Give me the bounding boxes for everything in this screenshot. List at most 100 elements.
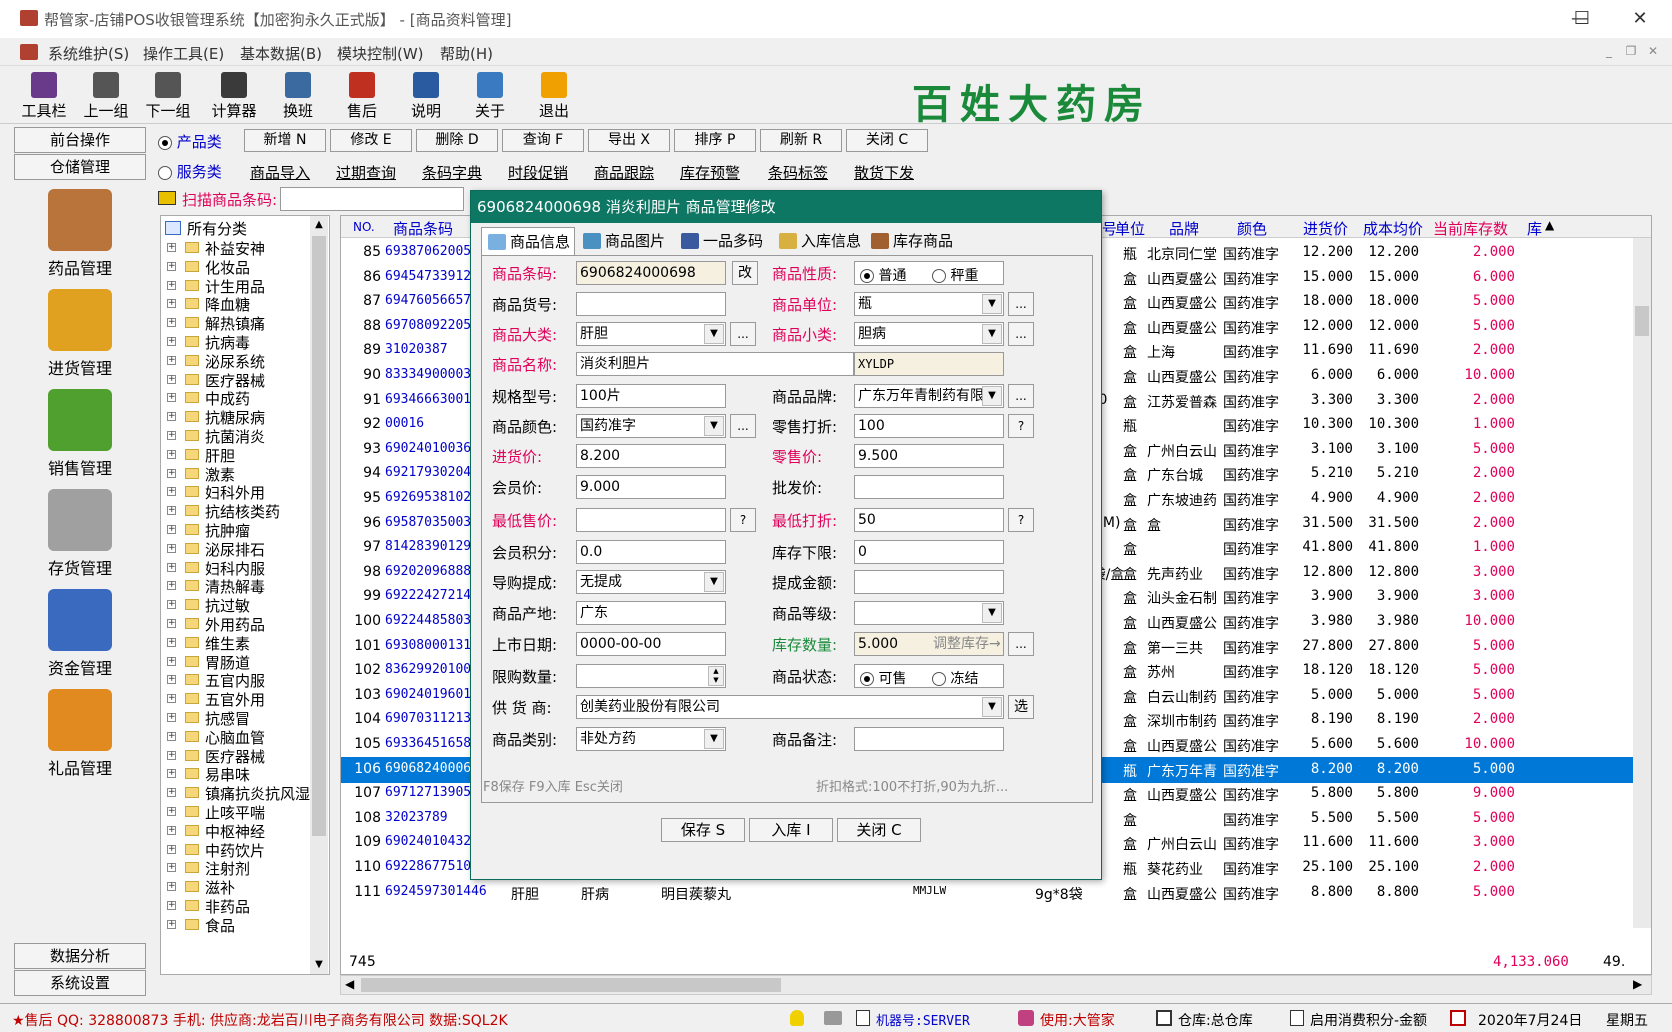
wholesale-field[interactable]	[854, 475, 1004, 499]
chevron-down-icon[interactable]: ▼	[982, 294, 1002, 314]
col-more[interactable]: 库	[1527, 218, 1542, 239]
close-button[interactable]: ✕	[1620, 4, 1660, 34]
scroll-down-icon[interactable]: ▼	[310, 956, 328, 974]
save-button[interactable]: 保存 S	[661, 818, 745, 842]
link-barcode-label[interactable]: 条码标签	[768, 162, 828, 183]
expand-icon[interactable]: +	[167, 393, 176, 403]
adjust-stock-link[interactable]: 调整库存→	[933, 633, 1001, 655]
refresh-button[interactable]: 刷新 R	[760, 129, 842, 152]
module-gift-management[interactable]: 礼品管理	[14, 685, 146, 783]
module-drug-management[interactable]: 药品管理	[14, 185, 146, 283]
mdi-restore-button[interactable]: ❐	[1622, 44, 1640, 62]
expand-icon[interactable]: +	[167, 355, 176, 365]
toolbar-button-exit[interactable]: 退出	[524, 69, 584, 121]
chevron-down-icon[interactable]: ▼	[704, 324, 724, 344]
min-price-help-button[interactable]: ?	[730, 508, 756, 532]
chevron-down-icon[interactable]: ▼	[982, 386, 1002, 406]
chevron-down-icon[interactable]: ▼	[982, 603, 1002, 623]
grid-vscroll[interactable]	[1633, 238, 1651, 928]
menu-help[interactable]: 帮助(H)	[440, 43, 493, 64]
expand-icon[interactable]: +	[167, 261, 176, 271]
toolbar-button-calculator[interactable]: 计算器	[204, 69, 264, 121]
expand-icon[interactable]: +	[167, 243, 176, 252]
module-purchase-management[interactable]: 进货管理	[14, 285, 146, 383]
grid-scroll-up-icon[interactable]: ▲	[1545, 218, 1554, 232]
expand-icon[interactable]: +	[167, 675, 176, 685]
module-finance-management[interactable]: 资金管理	[14, 585, 146, 683]
toolbar-button-shift[interactable]: 换班	[268, 69, 328, 121]
mdi-minimize-button[interactable]: _	[1600, 44, 1618, 62]
col-color[interactable]: 颜色	[1237, 218, 1267, 239]
guide-select[interactable]: 无提成 ▼	[576, 570, 726, 594]
scroll-left-icon[interactable]: ◀	[345, 977, 354, 991]
expand-icon[interactable]: +	[167, 449, 176, 459]
nav-front-desk-button[interactable]: 前台操作	[14, 127, 146, 153]
unit-more-button[interactable]: ...	[1008, 292, 1034, 316]
col-unit[interactable]: 单位	[1115, 218, 1145, 239]
listing-date-field[interactable]: 0000-00-00	[576, 632, 726, 656]
service-type-radio[interactable]: 服务类	[158, 161, 222, 182]
subcategory-select[interactable]: 胆病 ▼	[854, 322, 1004, 346]
spinner-icon[interactable]: ▲ ▼	[708, 666, 724, 686]
name-field[interactable]: 消炎利胆片	[576, 352, 854, 376]
menu-basic-data[interactable]: 基本数据(B)	[240, 43, 322, 64]
tab-stock-in[interactable]: 入库信息	[773, 227, 863, 255]
tab-stock-items[interactable]: 库存商品	[865, 227, 961, 255]
link-bulk-dispatch[interactable]: 散货下发	[854, 162, 914, 183]
change-barcode-button[interactable]: 改	[732, 261, 758, 285]
supplier-select[interactable]: 创美药业股份有限公司 ▼	[576, 695, 1004, 719]
chevron-down-icon[interactable]: ▼	[982, 324, 1002, 344]
col-stock[interactable]: 当前库存数	[1433, 218, 1508, 239]
limit-field[interactable]: ▲ ▼	[576, 664, 726, 688]
link-import[interactable]: 商品导入	[250, 162, 310, 183]
product-type-radio[interactable]: 产品类	[158, 131, 222, 152]
toolbar-button-manual[interactable]: 说明	[396, 69, 456, 121]
link-expiry-query[interactable]: 过期查询	[336, 162, 396, 183]
col-avg[interactable]: 成本均价	[1363, 218, 1423, 239]
hscroll-thumb[interactable]	[361, 978, 781, 992]
expand-icon[interactable]: +	[167, 844, 176, 854]
expand-icon[interactable]: +	[167, 882, 176, 892]
menu-tools[interactable]: 操作工具(E)	[143, 43, 224, 64]
expand-icon[interactable]: +	[167, 919, 176, 929]
expand-icon[interactable]: +	[167, 299, 176, 309]
toolbar-button-after-sales[interactable]: 售后	[332, 69, 392, 121]
expand-icon[interactable]: +	[167, 543, 176, 553]
tab-product-info[interactable]: 商品信息	[481, 227, 575, 255]
col-code[interactable]: 商品条码	[393, 218, 453, 239]
expand-icon[interactable]: +	[167, 337, 176, 346]
status-frozen-radio[interactable]: 冻结	[932, 668, 978, 688]
chevron-down-icon[interactable]: ▼	[982, 697, 1002, 717]
category-more-button[interactable]: ...	[730, 322, 756, 346]
stock-in-button[interactable]: 入库 I	[749, 818, 833, 842]
expand-icon[interactable]: +	[167, 412, 176, 422]
category-select[interactable]: 肝胆 ▼	[576, 322, 726, 346]
link-time-promo[interactable]: 时段促销	[508, 162, 568, 183]
nav-system-settings-button[interactable]: 系统设置	[14, 970, 146, 996]
chevron-down-icon[interactable]: ▼	[704, 572, 724, 592]
expand-icon[interactable]: +	[167, 825, 176, 835]
scroll-thumb[interactable]	[312, 236, 326, 836]
scroll-up-icon[interactable]: ▲	[310, 216, 328, 234]
query-button[interactable]: 查询 F	[502, 129, 584, 152]
expand-icon[interactable]: +	[167, 374, 176, 384]
expand-icon[interactable]: +	[167, 807, 176, 816]
status-sale-radio[interactable]: 可售	[860, 668, 906, 688]
barcode-field[interactable]: 6906824000698	[576, 261, 726, 285]
expand-icon[interactable]: +	[167, 280, 176, 290]
menu-module[interactable]: 模块控制(W)	[337, 43, 424, 64]
select-supplier-button[interactable]: 选	[1008, 695, 1034, 719]
min-discount-field[interactable]: 50	[854, 508, 1004, 532]
member-price-field[interactable]: 9.000	[576, 475, 726, 499]
color-more-button[interactable]: ...	[730, 414, 756, 438]
expand-icon[interactable]: +	[167, 637, 176, 647]
unit-select[interactable]: 瓶 ▼	[854, 292, 1004, 316]
expand-icon[interactable]: +	[167, 788, 176, 798]
module-inventory-management[interactable]: 存货管理	[14, 485, 146, 583]
grade-select[interactable]: ▼	[854, 601, 1004, 625]
expand-icon[interactable]: +	[167, 525, 176, 534]
grid-hscroll[interactable]: ◀ ▶	[340, 975, 1652, 995]
stock-more-button[interactable]: ...	[1008, 632, 1034, 656]
expand-icon[interactable]: +	[167, 901, 176, 910]
expand-icon[interactable]: +	[167, 600, 176, 610]
